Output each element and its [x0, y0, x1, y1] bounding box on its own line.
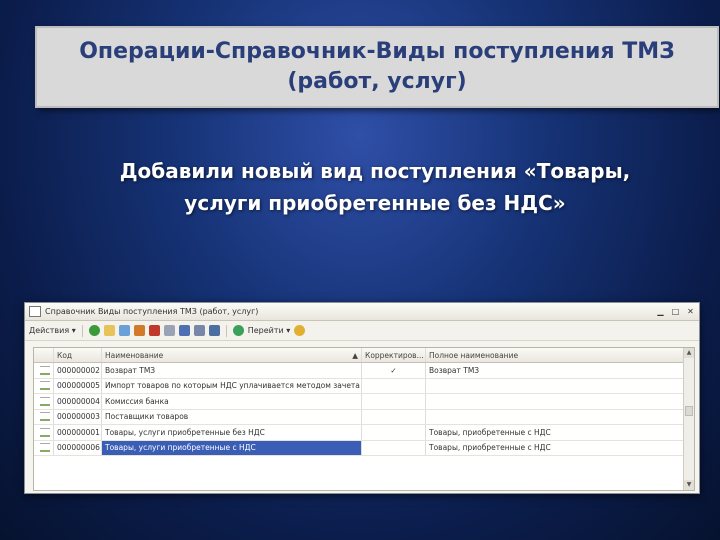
correction-checkbox[interactable]: [362, 378, 426, 393]
toolbar-separator: [81, 324, 83, 337]
delete-mark-icon[interactable]: [148, 325, 160, 336]
slide-title-line1: Операции-Справочник-Виды поступления ТМЗ: [79, 39, 675, 64]
slide-subtitle: Добавили новый вид поступления «Товары, …: [60, 155, 690, 219]
goto-menu[interactable]: Перейти ▾: [248, 326, 291, 335]
slide-title-line2: (работ, услуг): [287, 69, 467, 94]
correction-checkbox[interactable]: [362, 409, 426, 424]
column-header-code[interactable]: Код: [54, 348, 102, 362]
tree-icon[interactable]: [208, 325, 220, 336]
slide-title-box: Операции-Справочник-Виды поступления ТМЗ…: [35, 26, 719, 108]
table-row-selected[interactable]: 000000006 Товары, услуги приобретенные с…: [34, 440, 694, 456]
add-icon[interactable]: [88, 325, 100, 336]
correction-checkbox[interactable]: [362, 394, 426, 409]
catalog-item-icon: [40, 443, 50, 453]
window-title: Справочник Виды поступления ТМЗ (работ, …: [45, 307, 259, 316]
catalog-item-icon: [40, 412, 50, 422]
correction-checkbox[interactable]: [362, 440, 426, 455]
close-icon[interactable]: ✕: [686, 307, 695, 316]
column-header-correction[interactable]: Корректиров...: [362, 348, 426, 362]
move-icon[interactable]: [163, 325, 175, 336]
sort-asc-icon: ▲: [352, 350, 358, 360]
table-row[interactable]: 000000004 Комиссия банка: [34, 394, 694, 410]
actions-menu[interactable]: Действия ▾: [29, 326, 76, 335]
table-row[interactable]: 000000003 Поставщики товаров: [34, 409, 694, 425]
correction-checkbox[interactable]: [362, 425, 426, 440]
selected-cell[interactable]: Товары, услуги приобретенные с НДС: [102, 440, 362, 455]
subtitle-line1: Добавили новый вид поступления «Товары,: [119, 159, 631, 183]
filter-icon[interactable]: [178, 325, 190, 336]
column-header-full-name[interactable]: Полное наименование: [426, 348, 684, 362]
filter-settings-icon[interactable]: [193, 325, 205, 336]
toolbar-separator: [225, 324, 227, 337]
catalog-table: Код Наименование ▲ Корректиров... Полное…: [33, 347, 695, 491]
scroll-up-icon[interactable]: ▲: [684, 348, 694, 358]
catalog-item-icon: [40, 381, 50, 391]
table-row[interactable]: 000000005 Импорт товаров по которым НДС …: [34, 378, 694, 394]
catalog-item-icon: [40, 427, 50, 437]
catalog-window: Справочник Виды поступления ТМЗ (работ, …: [24, 302, 700, 494]
scroll-down-icon[interactable]: ▼: [684, 480, 694, 490]
add-group-icon[interactable]: [103, 325, 115, 336]
toolbar: Действия ▾ Перейти ▾: [25, 321, 699, 341]
copy-icon[interactable]: [118, 325, 130, 336]
edit-icon[interactable]: [133, 325, 145, 336]
table-header: Код Наименование ▲ Корректиров... Полное…: [34, 348, 694, 363]
correction-checkbox[interactable]: ✓: [362, 363, 426, 378]
vertical-scrollbar[interactable]: ▲ ▼: [683, 348, 694, 490]
table-row[interactable]: 000000001 Товары, услуги приобретенные б…: [34, 425, 694, 441]
catalog-item-icon: [40, 396, 50, 406]
table-row[interactable]: 000000002 Возврат ТМЗ ✓ Возврат ТМЗ: [34, 363, 694, 379]
refresh-icon[interactable]: [232, 325, 244, 336]
subtitle-line2: услуги приобретенные без НДС»: [184, 191, 566, 215]
column-header-name[interactable]: Наименование ▲: [102, 348, 362, 362]
minimize-icon[interactable]: ▁: [656, 307, 665, 316]
window-titlebar[interactable]: Справочник Виды поступления ТМЗ (работ, …: [25, 303, 699, 321]
scroll-thumb[interactable]: [685, 406, 693, 416]
catalog-icon: [29, 306, 41, 317]
maximize-icon[interactable]: □: [671, 307, 680, 316]
catalog-item-icon: [40, 365, 50, 375]
help-icon[interactable]: [294, 325, 306, 336]
